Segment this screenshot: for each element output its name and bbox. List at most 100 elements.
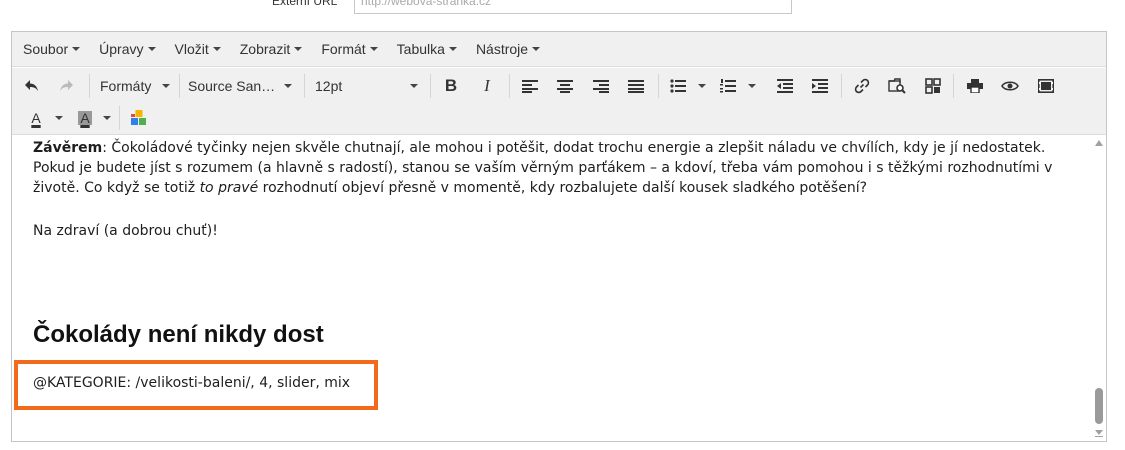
chevron-down-icon bbox=[448, 47, 457, 51]
find-replace-icon bbox=[888, 78, 906, 94]
chevron-down-icon bbox=[748, 84, 756, 88]
formats-dropdown[interactable]: Formáty bbox=[96, 73, 176, 99]
chevron-down-icon bbox=[162, 84, 170, 88]
text-color-button[interactable]: A bbox=[23, 105, 49, 131]
toolbar-row-1: Formáty Source San… 12pt B I bbox=[12, 70, 1106, 102]
menu-file[interactable]: Soubor bbox=[23, 41, 81, 57]
cheers-paragraph: Na zdraví (a dobrou chuť)! bbox=[33, 223, 218, 239]
bullet-list-icon bbox=[670, 79, 686, 93]
editor-content[interactable]: Závěrem: Čokoládové tyčinky nejen skvěle… bbox=[12, 135, 1092, 441]
chevron-down-icon bbox=[294, 47, 303, 51]
menu-view[interactable]: Zobrazit bbox=[240, 41, 303, 57]
url-row: Externí URL http://webova-stranka.cz bbox=[0, 0, 1125, 20]
media-icon bbox=[1038, 79, 1054, 93]
chevron-down-icon bbox=[72, 47, 81, 51]
plugin-blocks-icon bbox=[131, 110, 146, 125]
menu-tools[interactable]: Nástroje bbox=[475, 41, 541, 57]
background-color-icon: A bbox=[78, 110, 92, 126]
scrollbar-thumb[interactable] bbox=[1095, 388, 1103, 424]
section-heading: Čokolády není nikdy dost bbox=[33, 321, 324, 348]
widget-button[interactable] bbox=[920, 73, 946, 99]
toolbar-separator bbox=[841, 74, 842, 98]
widget-icon bbox=[925, 78, 941, 94]
editor-menubar: Soubor Úpravy Vložit Zobrazit Formát Tab… bbox=[12, 32, 1106, 67]
editor-scrollbar[interactable] bbox=[1092, 135, 1106, 441]
italic-button[interactable]: I bbox=[474, 73, 500, 99]
align-left-button[interactable] bbox=[517, 73, 543, 99]
undo-button[interactable] bbox=[19, 73, 45, 99]
menu-table[interactable]: Tabulka bbox=[397, 41, 457, 57]
chevron-down-icon bbox=[103, 116, 111, 120]
align-justify-button[interactable] bbox=[623, 73, 649, 99]
indent-button[interactable] bbox=[807, 73, 833, 99]
bullet-list-button[interactable] bbox=[665, 73, 691, 99]
text-color-options[interactable] bbox=[52, 105, 66, 131]
font-family-value: Source San… bbox=[188, 78, 276, 94]
toolbar-separator bbox=[179, 74, 180, 98]
font-size-dropdown[interactable]: 12pt bbox=[311, 73, 424, 99]
conclusion-italic: to pravé bbox=[199, 180, 259, 196]
chevron-down-icon bbox=[55, 116, 63, 120]
menu-insert-label: Vložit bbox=[174, 41, 209, 57]
url-input[interactable]: http://webova-stranka.cz bbox=[354, 0, 792, 14]
align-justify-icon bbox=[628, 80, 644, 93]
menu-format[interactable]: Formát bbox=[321, 41, 378, 57]
print-button[interactable] bbox=[962, 73, 988, 99]
bold-button[interactable]: B bbox=[438, 73, 464, 99]
menu-tools-label: Nástroje bbox=[475, 41, 529, 57]
chevron-down-icon bbox=[532, 47, 541, 51]
numbered-list-icon bbox=[720, 79, 736, 93]
toolbar-row-2: A A bbox=[12, 102, 1106, 134]
italic-icon: I bbox=[484, 76, 490, 95]
menu-edit-label: Úpravy bbox=[99, 41, 144, 57]
media-button[interactable] bbox=[1033, 73, 1059, 99]
align-center-button[interactable] bbox=[552, 73, 578, 99]
menu-format-label: Formát bbox=[321, 41, 366, 57]
outdent-button[interactable] bbox=[772, 73, 798, 99]
category-shortcode: @KATEGORIE: /velikosti-baleni/, 4, slide… bbox=[33, 375, 351, 391]
print-icon bbox=[967, 79, 983, 93]
numbered-list-button[interactable] bbox=[715, 73, 741, 99]
toolbar-separator bbox=[658, 74, 659, 98]
align-left-icon bbox=[522, 80, 538, 93]
align-right-button[interactable] bbox=[588, 73, 614, 99]
align-center-icon bbox=[557, 80, 573, 93]
outdent-icon bbox=[777, 79, 793, 93]
toolbar-separator bbox=[430, 74, 431, 98]
link-icon bbox=[854, 78, 870, 94]
text-color-icon: A bbox=[31, 110, 41, 126]
resize-handle-icon[interactable] bbox=[1094, 429, 1104, 437]
formats-dropdown-label: Formáty bbox=[100, 78, 152, 94]
indent-icon bbox=[812, 79, 828, 93]
link-button[interactable] bbox=[849, 73, 875, 99]
numbered-list-options[interactable] bbox=[745, 73, 759, 99]
bold-icon: B bbox=[444, 76, 458, 95]
scroll-up-arrow-icon[interactable] bbox=[1095, 140, 1103, 146]
undo-icon bbox=[25, 80, 38, 91]
redo-icon bbox=[60, 80, 73, 91]
bullet-list-options[interactable] bbox=[695, 73, 709, 99]
plugin-blocks-button[interactable] bbox=[126, 105, 152, 131]
chevron-down-icon bbox=[410, 84, 418, 88]
chevron-down-icon bbox=[698, 84, 706, 88]
redo-button[interactable] bbox=[53, 73, 79, 99]
menu-table-label: Tabulka bbox=[396, 41, 445, 57]
font-family-dropdown[interactable]: Source San… bbox=[184, 73, 298, 99]
menu-insert[interactable]: Vložit bbox=[175, 41, 221, 57]
menu-view-label: Zobrazit bbox=[239, 41, 291, 57]
find-replace-button[interactable] bbox=[884, 73, 910, 99]
menu-edit[interactable]: Úpravy bbox=[99, 41, 156, 57]
toolbar-separator bbox=[953, 74, 954, 98]
chevron-down-icon bbox=[212, 47, 221, 51]
url-field-label: Externí URL bbox=[272, 0, 338, 8]
toolbar-separator bbox=[119, 106, 120, 130]
align-right-icon bbox=[593, 80, 609, 93]
background-color-options[interactable] bbox=[100, 105, 114, 131]
conclusion-bold-lead: Závěrem bbox=[33, 140, 103, 156]
chevron-down-icon bbox=[284, 84, 292, 88]
font-size-value: 12pt bbox=[315, 78, 343, 94]
background-color-button[interactable]: A bbox=[72, 105, 98, 131]
preview-button[interactable] bbox=[997, 73, 1023, 99]
editor-toolbar: Formáty Source San… 12pt B I A A bbox=[12, 68, 1106, 135]
rich-text-editor: Soubor Úpravy Vložit Zobrazit Formát Tab… bbox=[11, 31, 1107, 442]
